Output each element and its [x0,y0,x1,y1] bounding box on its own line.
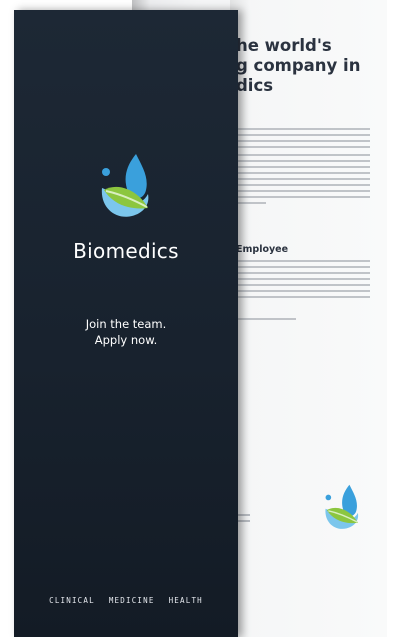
back-paragraph-6 [236,284,370,302]
back-paragraph-7 [236,318,296,324]
brand-name: Biomedics [73,239,179,263]
front-brochure-cover: Biomedics Join the team. Apply now. CLIN… [14,10,238,637]
tagline-line-1: Join the team. [85,317,167,331]
back-subheading: Employee [236,244,289,255]
biomedics-logo [101,154,149,217]
footer-tag-health: HEALTH [168,596,203,605]
back-paragraph-4 [236,202,266,208]
back-paragraph-2 [236,154,370,176]
back-footer-mark [236,514,250,516]
biomedics-logo-small [325,484,359,529]
back-footer-mark [236,520,250,522]
back-paragraph-5 [236,260,370,282]
logo-dot-shape [102,168,110,176]
tagline-line-2: Apply now. [94,333,158,347]
tagline: Join the team. Apply now. [14,316,238,348]
footer-tag-medicine: MEDICINE [108,596,155,605]
back-headline: he world's g company in dics [236,36,361,95]
back-paragraph-3 [236,178,370,200]
back-paragraph-1 [236,128,370,150]
footer-tag-clinical: CLINICAL [49,596,95,605]
logo-dot-shape [325,494,332,501]
footer-tags: CLINICAL MEDICINE HEALTH [14,596,238,605]
